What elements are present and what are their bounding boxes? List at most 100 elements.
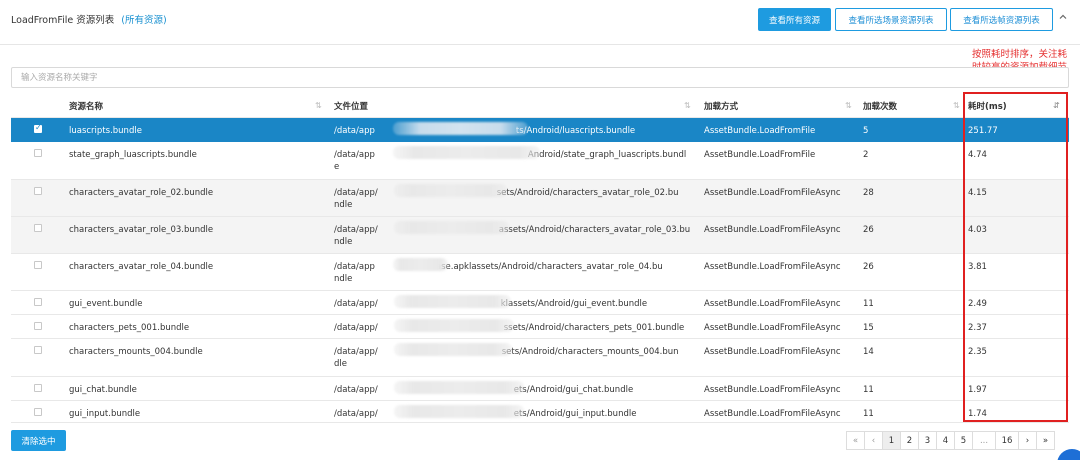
resource-path-line: /data/app/sets/Android/characters_mounts… — [334, 346, 704, 358]
resource-path-line: /data/app ase.apklassets/Android/characte… — [334, 261, 704, 273]
load-count: 26 — [863, 262, 874, 272]
resource-path-prefix: /data/app — [334, 262, 375, 272]
redaction-blur — [394, 221, 509, 234]
sort-icon[interactable]: ⇅ — [684, 101, 691, 110]
redaction-blur — [393, 258, 448, 271]
column-header-path[interactable]: 文件位置 — [334, 96, 368, 113]
load-count: 11 — [863, 299, 874, 309]
resource-path-suffix: assets/Android/characters_avatar_role_03… — [498, 225, 691, 235]
table-header-row: 资源名称 ⇅ 文件位置 ⇅ 加载方式 ⇅ 加载次数 ⇅ 耗时(ms) ⇵ — [11, 96, 1069, 118]
panel-header: LoadFromFile 资源列表 (所有资源) 查看所有资源 查看所选场景资源… — [0, 0, 1080, 42]
resource-name: gui_input.bundle — [69, 409, 141, 419]
checkbox-icon[interactable] — [34, 346, 42, 354]
sort-icon[interactable]: ⇅ — [953, 101, 960, 110]
resource-search-input[interactable] — [11, 67, 1069, 88]
resource-path-suffix: klassets/Android/gui_event.bundle — [500, 299, 648, 309]
resource-path-prefix: /data/app/ — [334, 323, 378, 333]
pager-page[interactable]: 3 — [918, 431, 937, 450]
column-header-method[interactable]: 加载方式 — [704, 96, 738, 113]
pager-page[interactable]: 1 — [882, 431, 901, 450]
load-count: 11 — [863, 409, 874, 419]
resource-name: characters_pets_001.bundle — [69, 323, 190, 333]
resource-path-prefix: /data/app/ — [334, 409, 378, 419]
resource-path-prefix: /data/app/ — [334, 188, 378, 198]
table-row[interactable]: gui_input.bundle/data/app/ets/Android/gu… — [11, 401, 1069, 423]
resource-path-suffix: ets/Android/gui_input.bundle — [513, 409, 637, 419]
pager-page[interactable]: 4 — [936, 431, 955, 450]
load-count: 28 — [863, 188, 874, 198]
load-method: AssetBundle.LoadFromFile — [704, 126, 816, 136]
load-count: 2 — [863, 150, 869, 160]
resource-path-suffix: sets/Android/characters_avatar_role_02.b… — [496, 188, 679, 198]
resource-path: /data/app/klassets/Android/gui_event.bun… — [334, 291, 704, 310]
resource-path: /data/app ase.apklassets/Android/characte… — [334, 254, 704, 285]
pager-page[interactable]: 5 — [954, 431, 973, 450]
pager-end[interactable]: » — [1036, 431, 1055, 450]
column-header-count[interactable]: 加载次数 — [863, 96, 897, 113]
resource-name: gui_chat.bundle — [69, 385, 137, 395]
resource-path-line: /data/app/sets/Android/characters_avatar… — [334, 187, 704, 199]
table-row[interactable]: characters_avatar_role_04.bundle/data/ap… — [11, 254, 1069, 291]
chevron-up-icon[interactable] — [1057, 11, 1069, 23]
resource-name: characters_avatar_role_02.bundle — [69, 188, 214, 198]
load-method: AssetBundle.LoadFromFileAsync — [704, 347, 841, 357]
resource-path: /data/app/assets/Android/characters_avat… — [334, 217, 704, 248]
resource-path: /data/app/sets/Android/characters_mounts… — [334, 339, 704, 370]
load-method: AssetBundle.LoadFromFileAsync — [704, 299, 841, 309]
pager-next[interactable]: › — [1018, 431, 1037, 450]
column-header-name[interactable]: 资源名称 — [69, 96, 103, 113]
table-row[interactable]: characters_avatar_role_02.bundle/data/ap… — [11, 180, 1069, 217]
checkbox-icon[interactable] — [34, 224, 42, 232]
resource-path-wrap: ndle — [334, 200, 353, 210]
pager-page[interactable]: 16 — [995, 431, 1019, 450]
redaction-blur — [393, 146, 540, 159]
all-resources-link[interactable]: (所有资源) — [121, 15, 166, 26]
resource-name: characters_avatar_role_03.bundle — [69, 225, 214, 235]
clear-selection-button[interactable]: 清除选中 — [11, 430, 66, 451]
table-row[interactable]: characters_pets_001.bundle/data/app/sset… — [11, 315, 1069, 339]
resource-path: /data/app/sets/Android/characters_avatar… — [334, 180, 704, 211]
load-count: 14 — [863, 347, 874, 357]
resource-path-suffix: ase.apklassets/Android/characters_avatar… — [435, 262, 663, 272]
resource-path-wrap: ndle — [334, 274, 353, 284]
checkbox-icon[interactable] — [34, 408, 42, 416]
floating-help-button[interactable] — [1057, 449, 1080, 460]
table-row[interactable]: luascripts.bundle/data/app ts/Android/lua… — [11, 118, 1069, 142]
view-scene-resources-button[interactable]: 查看所选场景资源列表 — [835, 8, 947, 31]
load-method: AssetBundle.LoadFromFileAsync — [704, 188, 841, 198]
sort-icon[interactable]: ⇅ — [845, 101, 852, 110]
checkbox-icon[interactable] — [34, 187, 42, 195]
load-method: AssetBundle.LoadFromFileAsync — [704, 262, 841, 272]
load-count: 26 — [863, 225, 874, 235]
resource-path-prefix: /data/app/ — [334, 347, 378, 357]
load-method: AssetBundle.LoadFromFileAsync — [704, 409, 841, 419]
panel-title-text: LoadFromFile 资源列表 — [11, 15, 115, 26]
redaction-blur — [394, 295, 511, 308]
table-row[interactable]: gui_event.bundle/data/app/klassets/Andro… — [11, 291, 1069, 315]
checkbox-icon[interactable] — [34, 123, 42, 133]
resource-path-suffix: ets/Android/gui_chat.bundle — [513, 385, 634, 395]
table-row[interactable]: state_graph_luascripts.bundle/data/app An… — [11, 142, 1069, 180]
checkbox-icon[interactable] — [34, 384, 42, 392]
sort-icon[interactable]: ⇅ — [315, 101, 322, 110]
resource-path-prefix: /data/app/ — [334, 385, 378, 395]
redaction-blur — [394, 381, 524, 394]
view-frame-resources-button[interactable]: 查看所选帧资源列表 — [950, 8, 1053, 31]
checkbox-icon[interactable] — [34, 261, 42, 269]
checkbox-icon[interactable] — [34, 149, 42, 157]
redaction-blur — [393, 122, 528, 135]
load-method: AssetBundle.LoadFromFileAsync — [704, 385, 841, 395]
pager-page[interactable]: 2 — [900, 431, 919, 450]
pager-prev[interactable]: ‹ — [864, 431, 883, 450]
resource-name: characters_avatar_role_04.bundle — [69, 262, 214, 272]
load-method: AssetBundle.LoadFromFileAsync — [704, 225, 841, 235]
checkbox-icon[interactable] — [34, 322, 42, 330]
table-row[interactable]: gui_chat.bundle/data/app/ets/Android/gui… — [11, 377, 1069, 401]
view-all-resources-button[interactable]: 查看所有资源 — [758, 8, 831, 31]
header-divider — [0, 44, 1080, 45]
pager-first[interactable]: « — [846, 431, 865, 450]
resource-name: state_graph_luascripts.bundle — [69, 150, 197, 160]
checkbox-icon[interactable] — [34, 298, 42, 306]
table-row[interactable]: characters_avatar_role_03.bundle/data/ap… — [11, 217, 1069, 254]
table-row[interactable]: characters_mounts_004.bundle/data/app/se… — [11, 339, 1069, 377]
